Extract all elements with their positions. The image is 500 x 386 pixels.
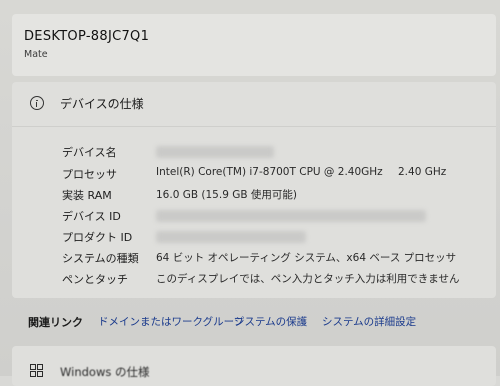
- device-model: Mate: [24, 49, 48, 60]
- spec-label: システムの種類: [62, 252, 139, 265]
- spec-value-clock: 2.40 GHz: [398, 166, 447, 178]
- link-advanced-system-settings[interactable]: システムの詳細設定: [322, 314, 416, 329]
- device-card: DESKTOP-88JC7Q1 Mate: [12, 14, 496, 76]
- windows-specs-card[interactable]: Windows の仕様: [12, 346, 496, 386]
- related-links: 関連リンク ドメインまたはワークグループ システムの保護 システムの詳細設定: [12, 306, 496, 336]
- redacted-value: [156, 210, 426, 222]
- device-name: DESKTOP-88JC7Q1: [24, 29, 150, 44]
- spec-row-processor: プロセッサ Intel(R) Core(TM) i7-8700T CPU @ 2…: [12, 166, 496, 186]
- spec-label: プロセッサ: [62, 168, 117, 181]
- device-specs-title: デバイスの仕様: [60, 97, 144, 111]
- spec-label: デバイス ID: [62, 210, 121, 223]
- spec-label: デバイス名: [62, 146, 117, 159]
- spec-value: Intel(R) Core(TM) i7-8700T CPU @ 2.40GHz: [156, 166, 383, 178]
- windows-specs-title: Windows の仕様: [60, 365, 150, 379]
- related-links-label: 関連リンク: [28, 316, 83, 329]
- spec-value: 64 ビット オペレーティング システム、x64 ベース プロセッサ: [156, 252, 457, 264]
- device-specs-header[interactable]: デバイスの仕様: [12, 82, 496, 126]
- redacted-value: [156, 146, 274, 158]
- spec-label: 実装 RAM: [62, 189, 112, 202]
- spec-label: プロダクト ID: [62, 231, 133, 244]
- spec-label: ペンとタッチ: [62, 273, 128, 286]
- divider: [12, 126, 496, 127]
- spec-row-device-id: デバイス ID: [12, 208, 496, 228]
- device-specs-card: デバイスの仕様 デバイス名 プロセッサ Intel(R) Core(TM) i7…: [12, 82, 496, 298]
- spec-row-product-id: プロダクト ID: [12, 229, 496, 249]
- redacted-value: [156, 231, 306, 243]
- info-icon: [30, 96, 44, 110]
- link-system-protection[interactable]: システムの保護: [234, 314, 307, 329]
- spec-row-pen-touch: ペンとタッチ このディスプレイでは、ペン入力とタッチ入力は利用できません: [12, 271, 496, 291]
- link-domain-workgroup[interactable]: ドメインまたはワークグループ: [98, 314, 244, 329]
- spec-row-ram: 実装 RAM 16.0 GB (15.9 GB 使用可能): [12, 187, 496, 207]
- spec-row-system-type: システムの種類 64 ビット オペレーティング システム、x64 ベース プロセ…: [12, 250, 496, 270]
- spec-row-device-name: デバイス名: [12, 144, 496, 164]
- spec-value: このディスプレイでは、ペン入力とタッチ入力は利用できません: [156, 273, 460, 285]
- spec-value: 16.0 GB (15.9 GB 使用可能): [156, 189, 297, 201]
